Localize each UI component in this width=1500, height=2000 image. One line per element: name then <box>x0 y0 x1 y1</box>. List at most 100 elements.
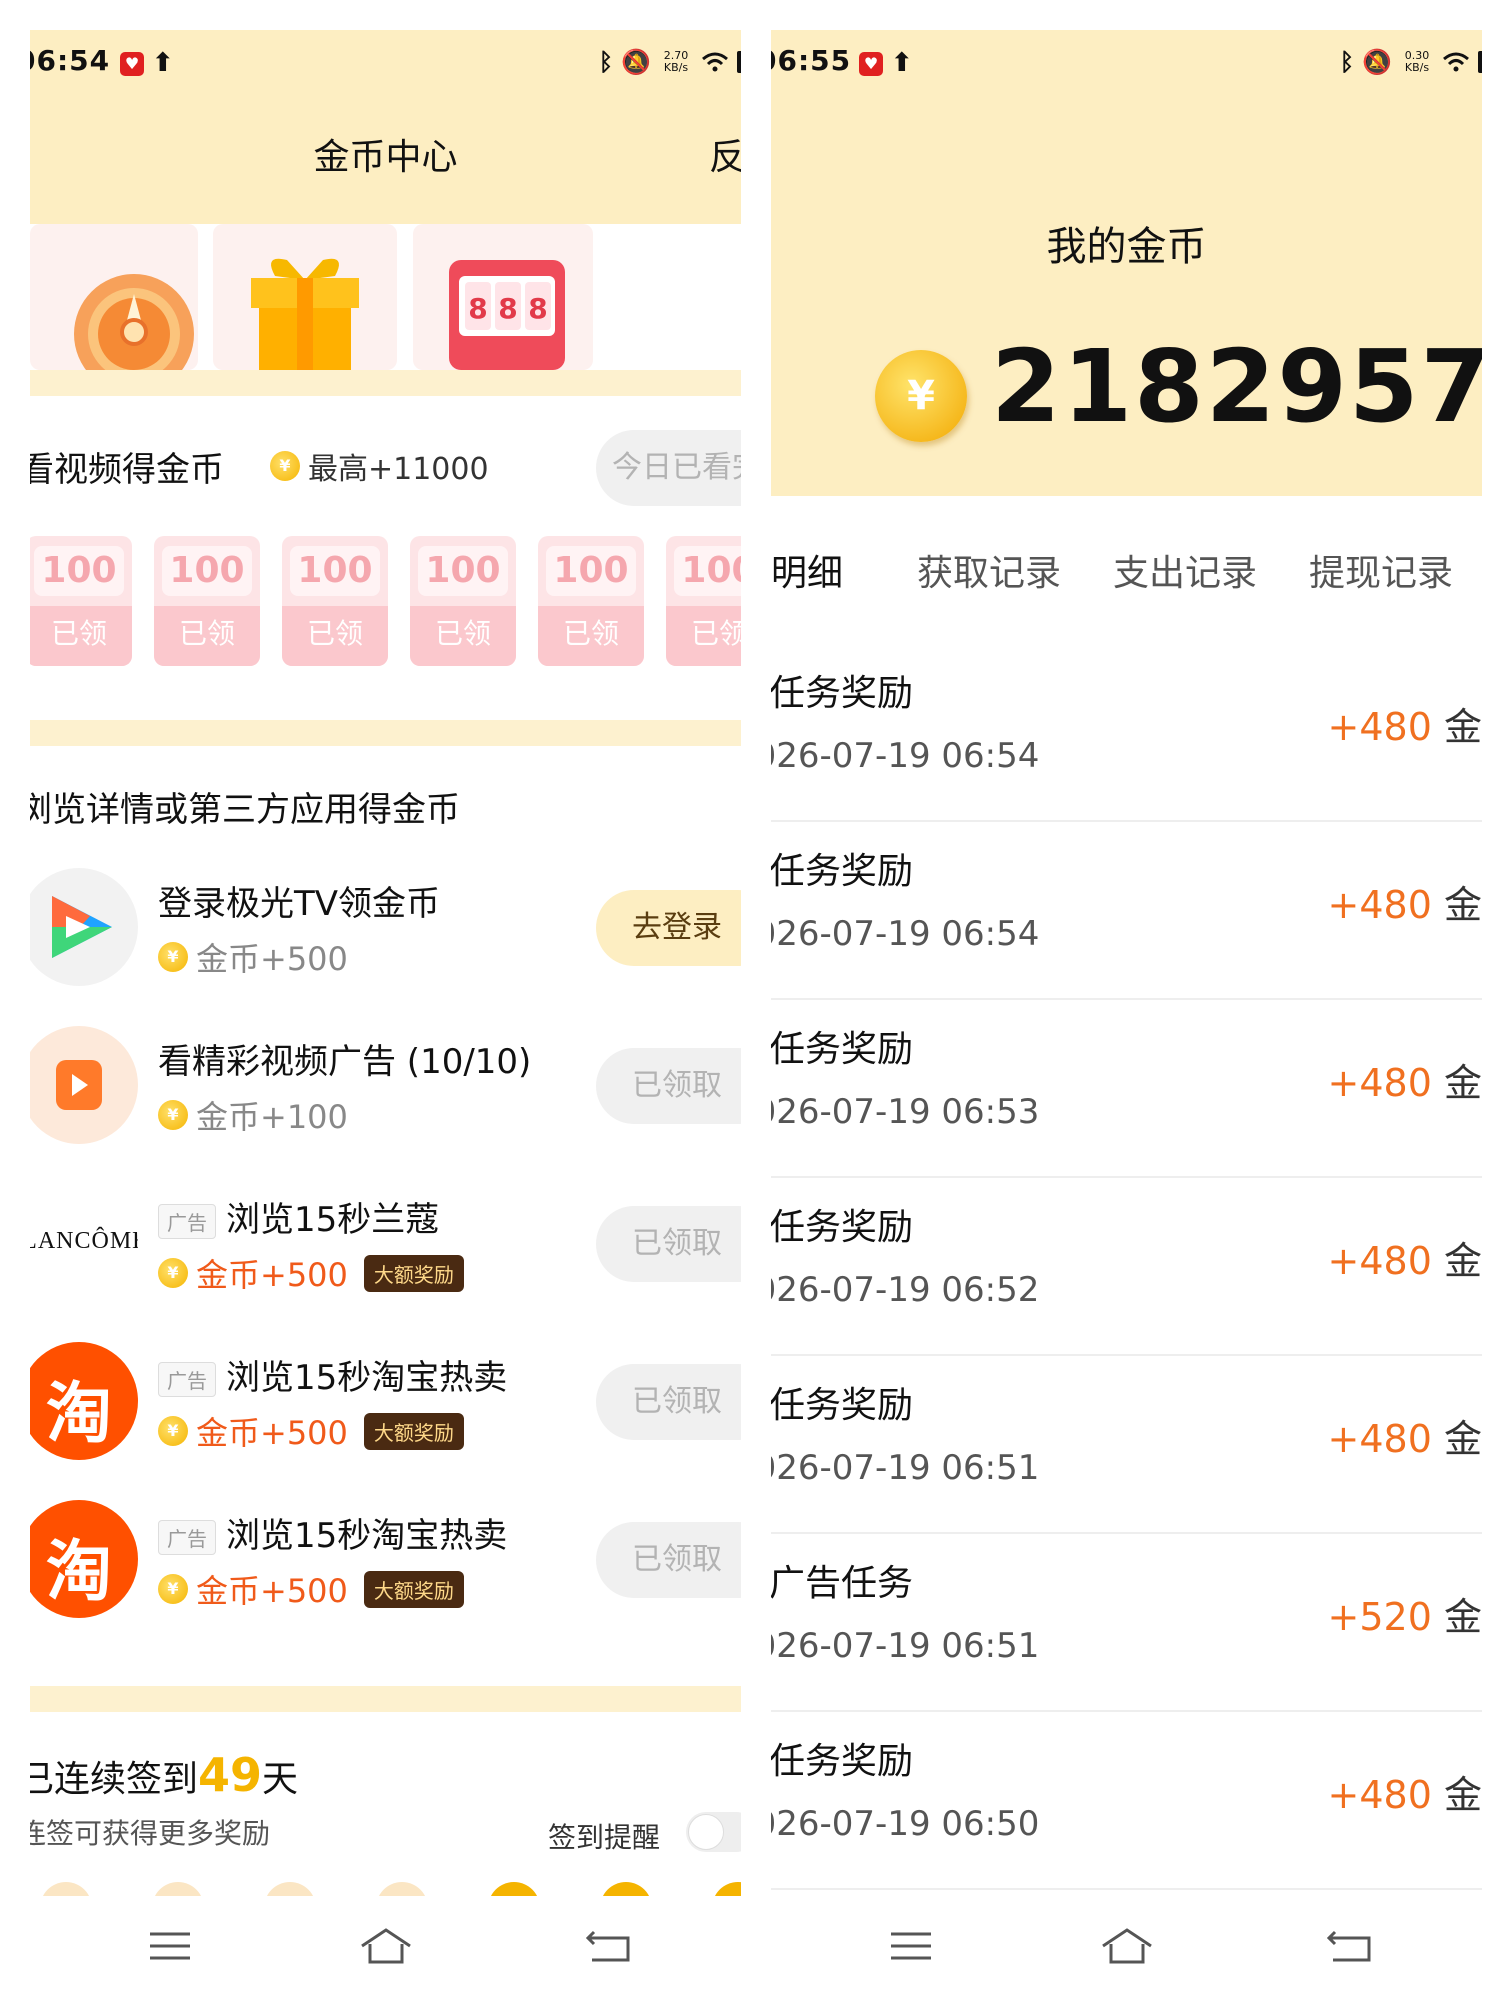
task-icon: LANCÔME <box>30 1184 138 1302</box>
claimed-button[interactable]: 已领取 <box>596 1206 741 1282</box>
red-packet[interactable]: 100 已领 <box>666 536 741 666</box>
task-row[interactable]: 淘广告 浏览15秒淘宝热卖 ¥ 金币+500 大额奖励 已领取 <box>30 1500 741 1620</box>
red-packet[interactable]: 100 已领 <box>538 536 644 666</box>
task-reward: ¥ 金币+100 <box>158 1092 348 1138</box>
section-divider <box>30 370 741 396</box>
record-title: 广告任务奖励 <box>771 673 914 714</box>
slot-machine-card[interactable]: 888 <box>413 224 593 370</box>
gift-box-card[interactable] <box>213 224 397 370</box>
feedback-link[interactable]: 反 <box>709 128 741 180</box>
my-coins-screen: 06:55 ♥ ⬆ ᛒ 🔕 0.30KB/s 我的金币 ¥ 2182957 全部… <box>771 30 1482 2000</box>
upload-icon: ⬆ <box>891 48 913 78</box>
record-amount-value: +480 <box>1327 1773 1444 1817</box>
network-speed: 2.70 KB/s <box>663 49 689 74</box>
tab-withdraw-records[interactable]: 提现记录 <box>1309 544 1453 596</box>
task-title-text: 登录极光TV领金币 <box>158 884 441 924</box>
game-entries: 888 <box>30 224 741 370</box>
record-row[interactable]: 广告任务奖励 2026-07-19 06:53 +480 金币 <box>771 1000 1482 1178</box>
upload-icon: ⬆ <box>152 48 174 78</box>
battery-icon <box>1478 51 1482 73</box>
signin-subtitle: 连签可获得更多奖励 <box>30 1817 271 1850</box>
coin-icon: ¥ <box>158 1574 188 1604</box>
menu-icon[interactable] <box>881 1924 941 1968</box>
browse-section-title: 浏览详情或第三方应用得金币 <box>30 790 460 830</box>
red-packet[interactable]: 100 已领 <box>282 536 388 666</box>
back-icon[interactable] <box>580 1924 640 1968</box>
red-packet-status: 已领 <box>282 606 388 666</box>
record-time: 2026-07-19 06:52 <box>771 1270 1040 1310</box>
network-speed: 0.30 KB/s <box>1404 49 1430 74</box>
task-row[interactable]: 登录极光TV领金币 ¥ 金币+500 去登录 <box>30 868 741 988</box>
page-header: 金币中心 反 <box>30 100 741 224</box>
status-bar: 06:54 ♥ ⬆ ᛒ 🔕 2.70KB/s <box>30 30 741 100</box>
claimed-button[interactable]: 已领取 <box>596 1522 741 1598</box>
record-row[interactable]: 广告任务奖励 2026-07-19 06:50 +480 金币 <box>771 1712 1482 1890</box>
video-done-button[interactable]: 今日已看完 <box>596 430 741 506</box>
video-max-reward: ¥ 最高+11000 <box>270 444 489 488</box>
record-row[interactable]: 广告任务奖励 2026-07-19 06:52 +480 金币 <box>771 1178 1482 1356</box>
section-divider <box>30 720 741 746</box>
red-packet-status: 已领 <box>666 606 741 666</box>
task-title: 广告 浏览15秒淘宝热卖 <box>158 1508 507 1557</box>
record-amount-unit: 金币 <box>1443 1239 1482 1283</box>
claimed-button[interactable]: 已领取 <box>596 1048 741 1124</box>
tab-earn-records[interactable]: 获取记录 <box>917 544 1061 596</box>
record-amount-value: +480 <box>1327 1417 1444 1461</box>
signin-reminder-toggle[interactable] <box>686 1812 741 1852</box>
record-amount-unit: 金币 <box>1443 1417 1482 1461</box>
tab-all-details[interactable]: 全部明细 <box>771 544 843 596</box>
record-amount-value: +520 <box>1327 1595 1444 1639</box>
red-packet[interactable]: 100 已领 <box>30 536 132 666</box>
claimed-button[interactable]: 已领取 <box>596 1364 741 1440</box>
record-amount: +520 金币 <box>1328 1586 1482 1641</box>
back-icon[interactable] <box>1321 1924 1381 1968</box>
signin-title: 已连续签到49天 <box>30 1748 298 1802</box>
status-time: 06:55 <box>771 44 852 77</box>
task-row[interactable]: 看精彩视频广告 (10/10) ¥ 金币+100 已领取 <box>30 1026 741 1146</box>
task-icon <box>30 1026 138 1144</box>
red-packet[interactable]: 100 已领 <box>410 536 516 666</box>
task-title: 广告 浏览15秒兰蔻 <box>158 1192 439 1241</box>
record-time: 2026-07-19 06:50 <box>771 1804 1040 1844</box>
record-row[interactable]: 完成广告任务 2026-07-19 06:51 +520 金币 <box>771 1534 1482 1712</box>
red-packet-amount: 100 <box>34 546 124 596</box>
task-reward-text: 金币+500 <box>196 1256 348 1294</box>
home-icon[interactable] <box>1097 1924 1157 1968</box>
task-icon <box>30 868 138 986</box>
tab-spend-records[interactable]: 支出记录 <box>1113 544 1257 596</box>
coin-icon: ¥ <box>158 942 188 972</box>
battery-icon <box>737 51 741 73</box>
record-amount-unit: 金币 <box>1443 883 1482 927</box>
lancome-logo: LANCÔME <box>30 1228 138 1254</box>
task-row[interactable]: 淘广告 浏览15秒淘宝热卖 ¥ 金币+500 大额奖励 已领取 <box>30 1342 741 1462</box>
record-row[interactable]: 广告任务奖励 2026-07-19 06:54 +480 金币 <box>771 644 1482 822</box>
system-nav-bar <box>771 1896 1482 2000</box>
record-row[interactable]: 广告任务奖励 2026-07-19 06:51 +480 金币 <box>771 1356 1482 1534</box>
coin-balance: 2182957 <box>991 328 1482 445</box>
coin-icon: ¥ <box>270 451 300 481</box>
task-title-text: 浏览15秒淘宝热卖 <box>226 1358 508 1398</box>
task-reward: ¥ 金币+500 大额奖励 <box>158 1408 464 1454</box>
record-title: 广告任务奖励 <box>771 1029 914 1070</box>
task-reward: ¥ 金币+500 大额奖励 <box>158 1250 464 1296</box>
home-icon[interactable] <box>356 1924 416 1968</box>
task-icon: 淘 <box>30 1500 138 1618</box>
mute-icon: 🔕 <box>1362 48 1392 76</box>
bluetooth-icon: ᛒ <box>1339 48 1355 76</box>
menu-icon[interactable] <box>140 1924 200 1968</box>
big-reward-badge: 大额奖励 <box>363 1254 464 1292</box>
record-amount-unit: 金币 <box>1443 1773 1482 1817</box>
red-packet[interactable]: 100 已领 <box>154 536 260 666</box>
record-row[interactable]: 广告任务奖励 2026-07-19 06:54 +480 金币 <box>771 822 1482 1000</box>
record-amount-value: +480 <box>1327 1239 1444 1283</box>
wheel-game-card[interactable] <box>30 224 198 370</box>
login-button[interactable]: 去登录 <box>596 890 741 966</box>
gold-coin-icon: ¥ <box>875 350 967 442</box>
signin-suffix: 天 <box>262 1759 299 1800</box>
task-row[interactable]: LANCÔME 广告浏览15秒兰蔻 ¥ 金币+500 大额奖励 已领取 <box>30 1184 741 1304</box>
task-reward-text: 金币+500 <box>196 940 348 978</box>
record-amount-unit: 金币 <box>1443 1061 1482 1105</box>
coin-icon: ¥ <box>158 1258 188 1288</box>
red-packet-status: 已领 <box>154 606 260 666</box>
status-right-icons: ᛒ 🔕 0.30 KB/s <box>1340 48 1482 76</box>
